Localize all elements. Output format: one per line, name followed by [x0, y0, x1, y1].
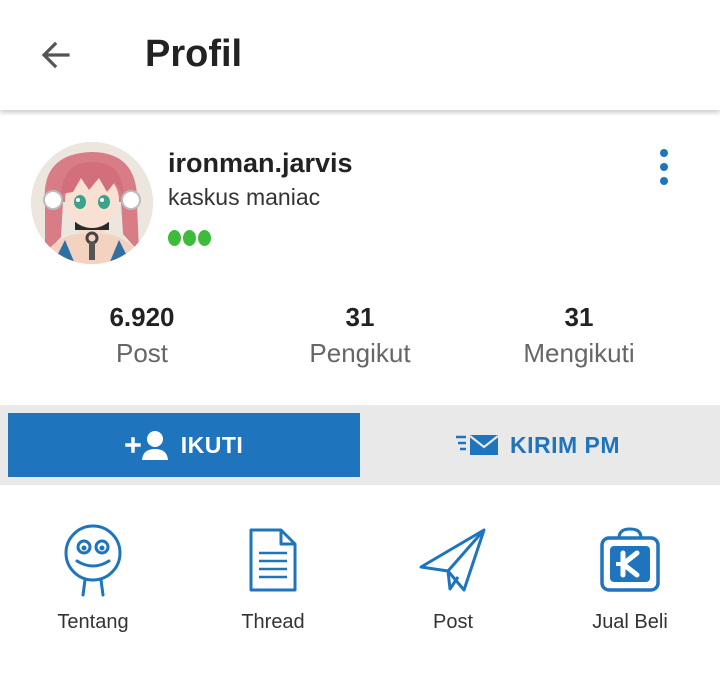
username: ironman.jarvis [168, 148, 353, 178]
stat-label: Pengikut [309, 338, 411, 368]
reputation-dot [183, 230, 196, 246]
reputation-dot [168, 230, 181, 246]
send-pm-label: KIRIM PM [509, 431, 621, 458]
more-vertical-icon [660, 149, 668, 157]
send-pm-button[interactable]: KIRIM PM [362, 413, 712, 477]
smiley-face-icon [64, 524, 122, 597]
stat-label: Post [115, 338, 169, 368]
arrow-left-icon [41, 41, 70, 69]
menu-item-label: Post [432, 611, 474, 633]
profile-header: ironman.jarvis kaskus maniac [0, 112, 720, 288]
reputation-indicator [168, 230, 211, 246]
stat-following[interactable]: 31 Mengikuti [469, 300, 689, 372]
more-vertical-icon [660, 163, 668, 171]
menu-item-label: Thread [241, 611, 305, 633]
paper-plane-icon [419, 528, 486, 592]
menu-item-post[interactable]: Post [363, 520, 543, 634]
user-title: kaskus maniac [168, 184, 321, 210]
stat-value: 31 [564, 302, 594, 332]
menu-item-thread[interactable]: Thread [183, 520, 363, 634]
profile-stats: 6.920 Post 31 Pengikut 31 Mengikuti [0, 300, 720, 380]
avatar[interactable] [31, 142, 153, 264]
avatar-image [31, 142, 153, 264]
follow-label: IKUTI [180, 431, 244, 458]
menu-item-label: Jual Beli [592, 611, 668, 633]
menu-item-label: Tentang [57, 611, 129, 633]
add-user-icon [124, 431, 168, 460]
stat-value: 31 [345, 302, 375, 332]
menu-item-tentang[interactable]: Tentang [3, 520, 183, 634]
shopping-bag-k-icon [600, 527, 660, 592]
page-title: Profil [145, 33, 243, 75]
more-vertical-icon [660, 177, 668, 185]
stat-post[interactable]: 6.920 Post [32, 300, 252, 372]
action-bar: IKUTI KIRIM PM [0, 405, 720, 485]
app-bar: Profil [0, 0, 720, 110]
stat-value: 6.920 [109, 302, 175, 332]
stat-followers[interactable]: 31 Pengikut [250, 300, 470, 372]
mail-send-icon [455, 435, 499, 455]
document-icon [249, 528, 297, 592]
profile-menu: Tentang Thread Post Jual Beli [0, 520, 720, 650]
stat-label: Mengikuti [523, 338, 635, 368]
back-button[interactable] [28, 27, 84, 83]
reputation-dot [198, 230, 211, 246]
follow-button[interactable]: IKUTI [8, 413, 360, 477]
more-options-button[interactable] [644, 142, 684, 192]
menu-item-jual-beli[interactable]: Jual Beli [540, 520, 720, 634]
